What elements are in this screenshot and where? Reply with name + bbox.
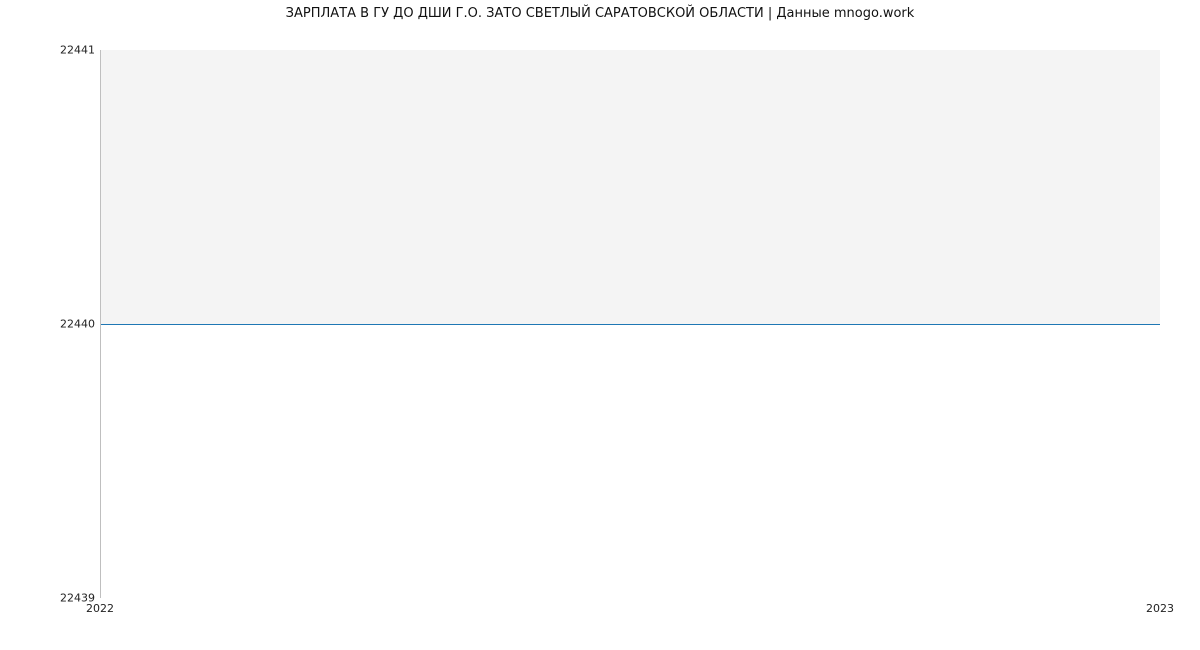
y-tick-label: 22440 [5, 318, 95, 331]
x-tick-label: 2023 [1146, 602, 1174, 615]
chart-title: ЗАРПЛАТА В ГУ ДО ДШИ Г.О. ЗАТО СВЕТЛЫЙ С… [0, 6, 1200, 21]
y-tick-label: 22439 [5, 592, 95, 605]
x-tick-label: 2022 [86, 602, 114, 615]
plot-area [100, 50, 1160, 598]
chart-container: ЗАРПЛАТА В ГУ ДО ДШИ Г.О. ЗАТО СВЕТЛЫЙ С… [0, 0, 1200, 650]
y-tick-label: 22441 [5, 44, 95, 57]
data-line [101, 324, 1160, 325]
area-fill [101, 324, 1160, 598]
